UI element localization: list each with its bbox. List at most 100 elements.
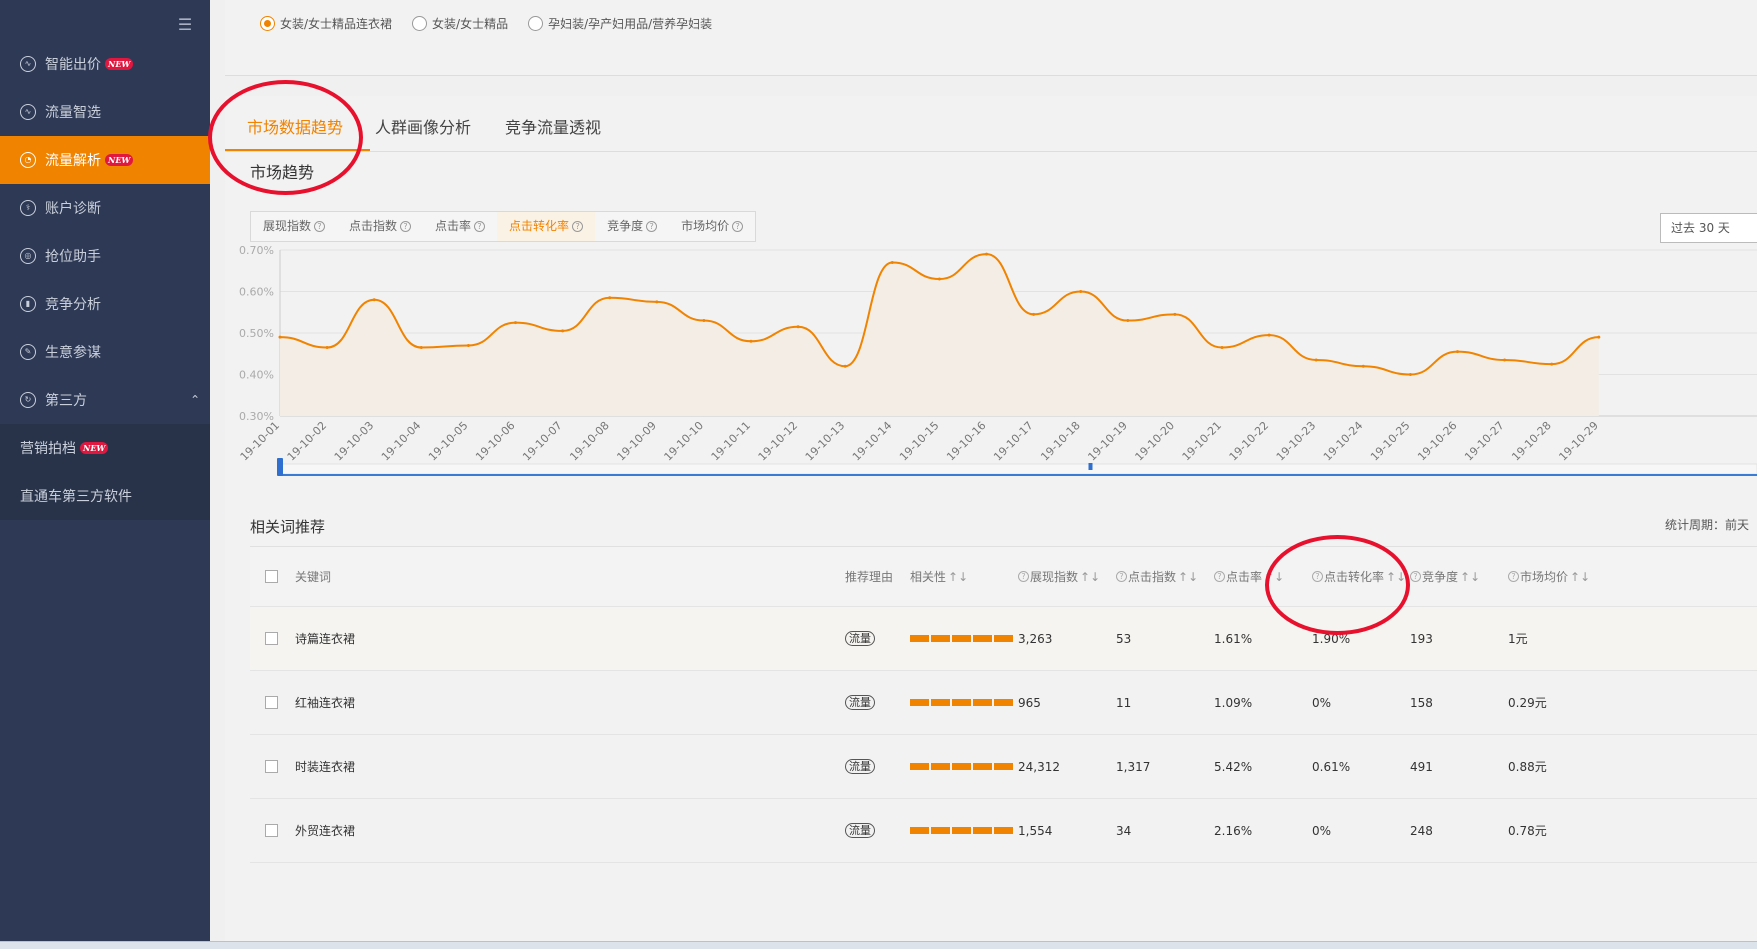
data-point	[890, 260, 894, 264]
cell-competition: 491	[1410, 759, 1433, 774]
sort-icon[interactable]: ↑↓	[1264, 570, 1284, 584]
table-row: 诗篇连衣裙 流量 3,263 53 1.61% 1.90% 193 1元	[250, 607, 1757, 671]
sidebar-item-5[interactable]: ▮ 竞争分析	[0, 280, 210, 328]
category-label: 孕妇装/孕产妇用品/营养孕妇装	[548, 17, 713, 31]
column-header-label: 相关性	[910, 570, 947, 584]
x-tick-label: 19-10-16	[944, 419, 989, 464]
sort-icon[interactable]: ↑↓	[1080, 570, 1100, 584]
column-header[interactable]: ? 竞争度 ↑↓	[1410, 547, 1480, 606]
help-icon[interactable]: ?	[1312, 571, 1323, 582]
table-row: 外贸连衣裙 流量 1,554 34 2.16% 0% 248 0.78元	[250, 799, 1757, 863]
relevance-segment	[910, 699, 929, 706]
category-radio-0[interactable]: 女装/女士精品连衣裙	[260, 15, 392, 32]
sidebar-subitem-0[interactable]: 营销拍档 NEW	[0, 424, 210, 472]
row-checkbox[interactable]	[265, 632, 278, 645]
sort-icon[interactable]: ↑↓	[948, 570, 968, 584]
help-icon[interactable]: ?	[1410, 571, 1421, 582]
table-cell: 外贸连衣裙	[295, 799, 355, 862]
column-header[interactable]: ? 展现指数 ↑↓	[1018, 547, 1100, 606]
tab-audience-profile[interactable]: 人群画像分析	[375, 114, 471, 138]
cell-impressions: 24,312	[1018, 759, 1060, 774]
reason-tag: 流量	[845, 759, 875, 774]
sidebar-item-label: 账户诊断	[45, 201, 101, 217]
sidebar-item-0[interactable]: ∿ 智能出价 NEW	[0, 40, 210, 88]
sidebar-item-3[interactable]: ⚕ 账户诊断	[0, 184, 210, 232]
sidebar-item-label: 流量解析	[45, 153, 101, 169]
column-header-label: 点击指数	[1128, 570, 1177, 584]
refresh-icon: ↻	[20, 392, 36, 408]
cell-competition: 193	[1410, 631, 1433, 646]
main-card: 市场数据趋势 人群画像分析 竞争流量透视 市场趋势 展现指数? 点击指数? 点击率?…	[225, 96, 1757, 949]
column-header-label: 点击率	[1226, 570, 1263, 584]
table-cell: 1.90%	[1312, 607, 1350, 670]
help-icon[interactable]: ?	[1018, 571, 1029, 582]
row-checkbox[interactable]	[265, 696, 278, 709]
x-tick-label: 19-10-22	[1227, 419, 1272, 464]
cell-ctr: 2.16%	[1214, 823, 1253, 838]
sidebar-item-label: 竞争分析	[45, 297, 101, 313]
relevance-bar	[910, 827, 1013, 834]
row-checkbox[interactable]	[265, 760, 278, 773]
radio-circle-icon	[412, 16, 428, 31]
x-tick-label: 19-10-03	[332, 419, 377, 464]
sort-icon[interactable]: ↑↓	[1570, 570, 1590, 584]
table-cell: 0.78元	[1508, 799, 1547, 862]
column-header[interactable]: ? 点击指数 ↑↓	[1116, 547, 1198, 606]
column-header[interactable]: ? 点击转化率 ↑↓	[1312, 547, 1406, 606]
table-cell: 1,554	[1018, 799, 1052, 862]
table-cell: 965	[1018, 671, 1041, 734]
sidebar-item-1[interactable]: ∿ 流量智选	[0, 88, 210, 136]
collapse-menu-icon[interactable]: ☰	[174, 16, 196, 34]
sidebar-item-6[interactable]: ✎ 生意参谋	[0, 328, 210, 376]
range-slider-handle-left[interactable]	[277, 458, 283, 476]
range-slider-handle-middle[interactable]	[1088, 463, 1093, 470]
x-tick-label: 19-10-18	[1038, 419, 1083, 464]
data-point	[1550, 362, 1554, 366]
data-point	[1032, 312, 1036, 316]
table-cell: 24,312	[1018, 735, 1060, 798]
data-point	[749, 339, 753, 343]
sort-icon[interactable]: ↑↓	[1460, 570, 1480, 584]
sidebar-subitem-label: 直通车第三方软件	[20, 489, 132, 505]
category-radio-1[interactable]: 女装/女士精品	[412, 15, 508, 32]
relevance-segment	[910, 827, 929, 834]
tab-competition-traffic[interactable]: 竞争流量透视	[505, 114, 601, 138]
reason-tag: 流量	[845, 823, 875, 838]
y-tick-label: 0.40%	[239, 369, 274, 382]
table-cell: 3,263	[1018, 607, 1052, 670]
cell-competition: 248	[1410, 823, 1433, 838]
x-tick-label: 19-10-28	[1509, 419, 1554, 464]
sidebar-item-2[interactable]: ◔ 流量解析 NEW	[0, 136, 210, 184]
reason-tag: 流量	[845, 695, 875, 710]
relevance-segment	[931, 635, 950, 642]
x-tick-label: 19-10-17	[991, 419, 1036, 464]
help-icon[interactable]: ?	[1116, 571, 1127, 582]
relevance-bar	[910, 699, 1013, 706]
help-icon[interactable]: ?	[1508, 571, 1519, 582]
gauge-icon: ◔	[20, 152, 36, 168]
relevance-bar	[910, 763, 1013, 770]
column-header[interactable]: ? 市场均价 ↑↓	[1508, 547, 1590, 606]
sidebar-item-7[interactable]: ↻ 第三方 ⌄	[0, 376, 210, 424]
table-cell	[910, 607, 1013, 670]
chevron-up-icon[interactable]: ⌄	[190, 392, 200, 406]
column-header[interactable]: 相关性 ↑↓	[910, 547, 968, 606]
relevance-segment	[952, 635, 971, 642]
category-radio-2[interactable]: 孕妇装/孕产妇用品/营养孕妇装	[528, 15, 712, 32]
tab-market-trend[interactable]: 市场数据趋势	[247, 114, 343, 138]
target-icon: ◎	[20, 248, 36, 264]
data-point	[985, 252, 988, 256]
column-header[interactable]: ? 点击率 ↑↓	[1214, 547, 1284, 606]
x-tick-label: 19-10-05	[426, 419, 471, 464]
sidebar-subitem-1[interactable]: 直通车第三方软件	[0, 472, 210, 520]
table-cell: 流量	[845, 607, 875, 670]
cell-price: 0.78元	[1508, 824, 1547, 838]
sidebar-item-4[interactable]: ◎ 抢位助手	[0, 232, 210, 280]
sort-icon[interactable]: ↑↓	[1386, 570, 1406, 584]
x-tick-label: 19-10-07	[520, 419, 565, 464]
help-icon[interactable]: ?	[1214, 571, 1225, 582]
table-cell: 流量	[845, 799, 875, 862]
row-checkbox[interactable]	[265, 824, 278, 837]
select-all-checkbox[interactable]	[265, 570, 278, 583]
sort-icon[interactable]: ↑↓	[1178, 570, 1198, 584]
